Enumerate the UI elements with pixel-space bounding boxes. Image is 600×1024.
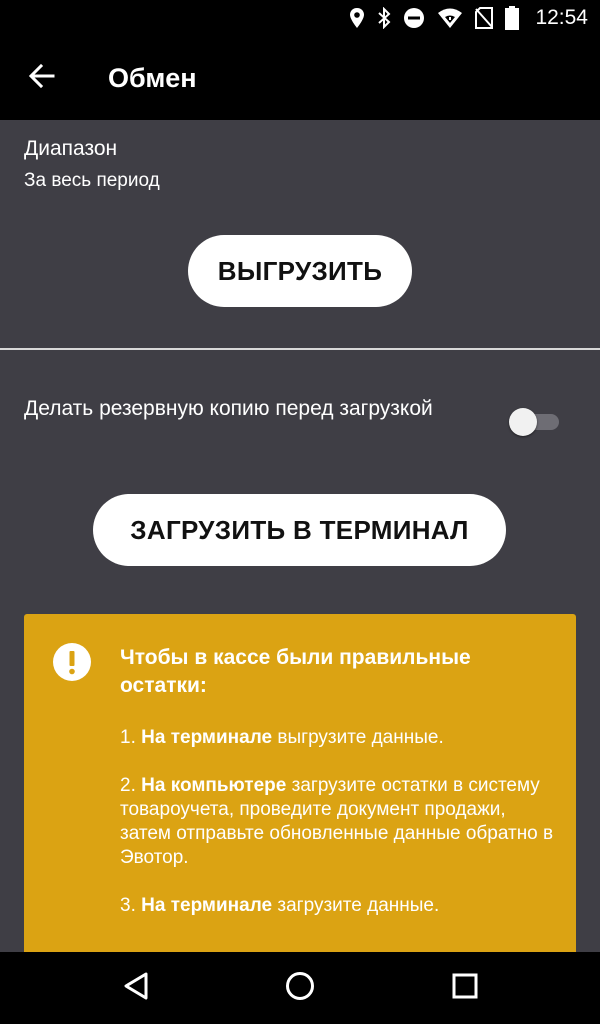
nav-recents-button[interactable]: [443, 966, 487, 1010]
do-not-disturb-icon: [403, 7, 425, 29]
range-label[interactable]: Диапазон: [24, 136, 117, 162]
exchange-screen: 12:54 Обмен Диапазон За весь период ВЫГР…: [0, 0, 600, 1024]
back-button[interactable]: [14, 50, 70, 106]
page-title: Обмен: [108, 63, 197, 93]
status-bar: 12:54: [0, 0, 600, 36]
status-time: 12:54: [535, 6, 588, 29]
info-steps: 1. На терминале выгрузите данные. 2. На …: [120, 726, 560, 942]
wifi-icon: [437, 7, 463, 29]
no-sim-icon: [475, 7, 494, 29]
backup-toggle[interactable]: [509, 408, 561, 436]
navigation-bar: [0, 952, 600, 1024]
step-item: 1. На терминале выгрузите данные.: [120, 727, 444, 748]
backup-label: Делать резервную копию перед загрузкой: [24, 397, 433, 420]
bluetooth-icon: [377, 7, 391, 29]
back-triangle-icon: [122, 971, 150, 1006]
nav-back-button[interactable]: [114, 966, 158, 1010]
nav-home-button[interactable]: [278, 966, 322, 1010]
battery-icon: [505, 6, 520, 30]
arrow-left-icon: [28, 62, 56, 95]
step-item: 3. На терминале загрузите данные.: [120, 895, 440, 916]
section-divider: [0, 348, 600, 350]
step-item: 2. На компьютере загрузите остатки в сис…: [120, 775, 554, 868]
toggle-thumb: [509, 408, 537, 436]
location-icon: [349, 7, 365, 29]
info-title: Чтобы в кассе были правильные остатки:: [120, 646, 471, 697]
status-icons: 12:54: [349, 0, 588, 36]
export-button[interactable]: ВЫГРУЗИТЬ: [188, 235, 412, 307]
range-value[interactable]: За весь период: [24, 169, 160, 193]
home-circle-icon: [285, 971, 315, 1006]
info-card: Чтобы в кассе были правильные остатки: 1…: [24, 614, 576, 974]
import-to-terminal-button[interactable]: ЗАГРУЗИТЬ В ТЕРМИНАЛ: [93, 494, 506, 566]
recents-square-icon: [452, 973, 478, 1004]
warning-icon: [52, 642, 92, 682]
toolbar: Обмен: [0, 36, 600, 120]
